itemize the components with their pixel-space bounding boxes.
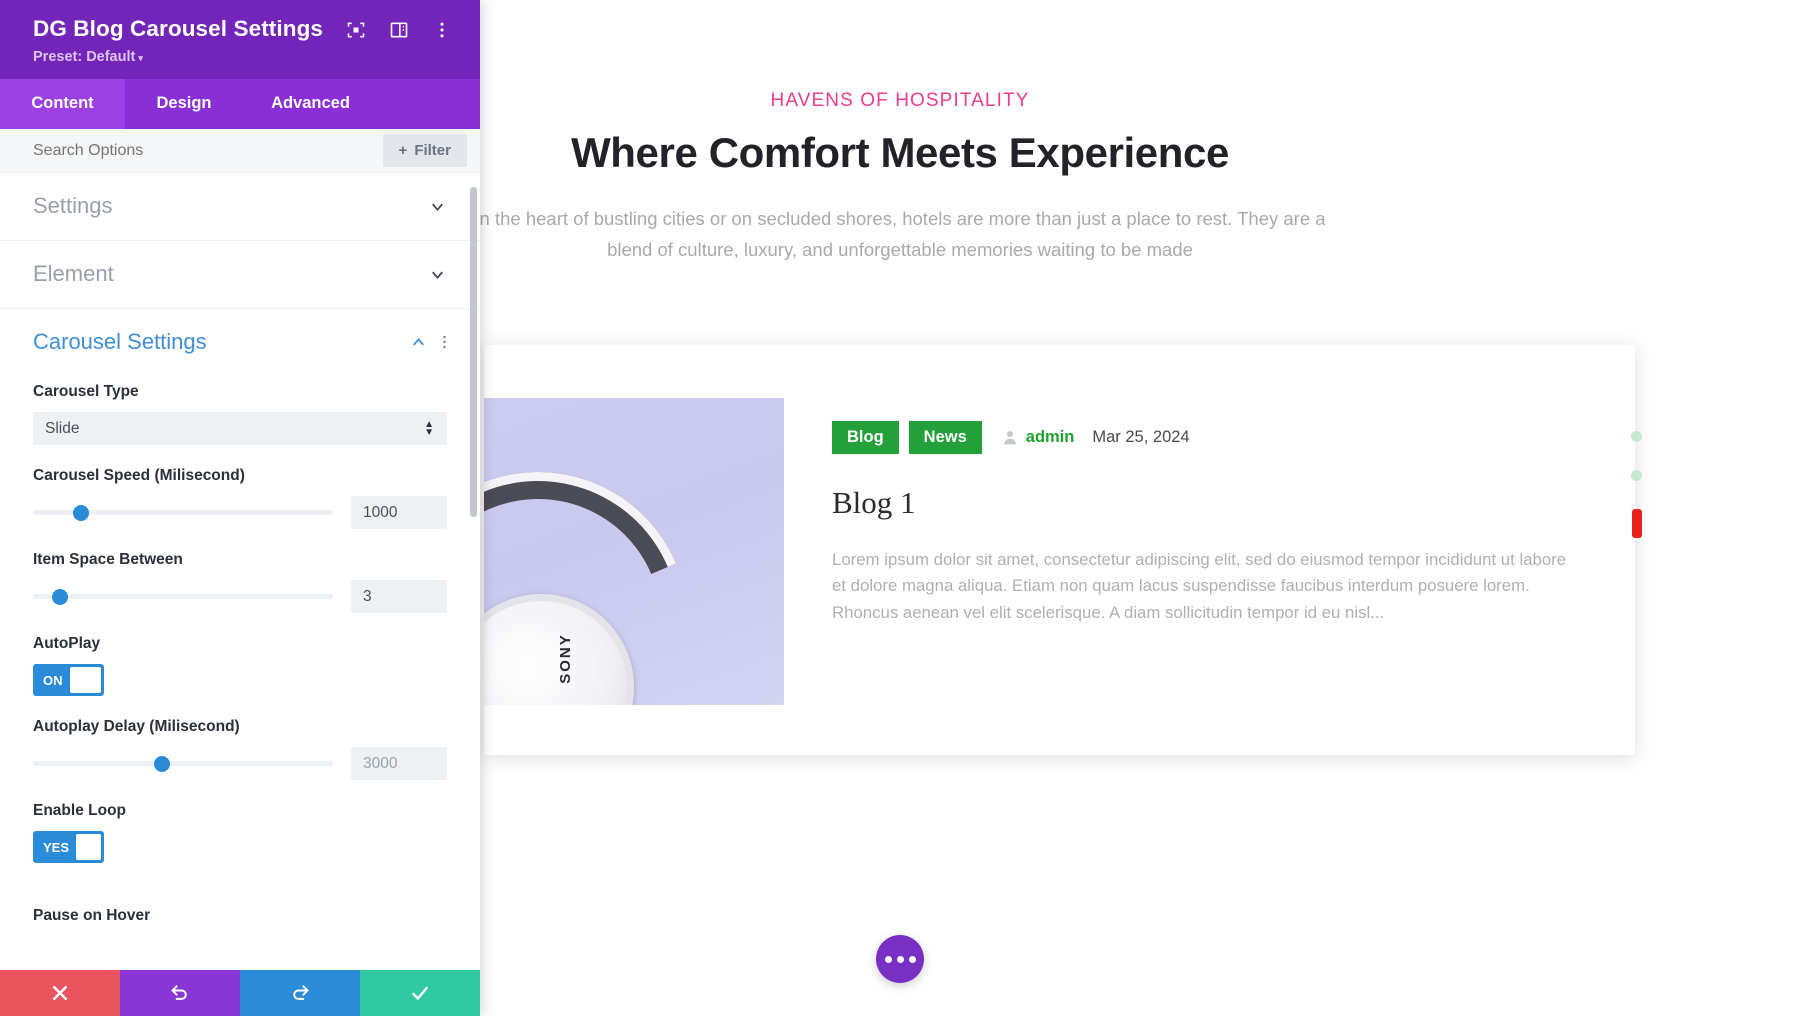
field-autoplay-delay: Autoplay Delay (Milisecond) xyxy=(33,718,447,780)
autoplay-delay-input[interactable] xyxy=(351,747,447,780)
category-chip-blog[interactable]: Blog xyxy=(832,421,899,454)
caret-down-icon: ▾ xyxy=(138,53,143,63)
redo-button[interactable] xyxy=(240,970,360,1016)
carousel-type-value: Slide xyxy=(45,419,80,437)
module-settings-panel: DG Blog Carousel Settings Preset: Defaul… xyxy=(0,0,480,1016)
blog-card-body: Blog News admin Mar 25, 2024 Blog 1 Lore… xyxy=(784,345,1635,755)
undo-arrow-icon xyxy=(171,985,187,1000)
accordion-carousel-settings[interactable]: Carousel Settings xyxy=(0,309,480,361)
three-dots-icon xyxy=(884,955,892,963)
field-carousel-speed: Carousel Speed (Milisecond) xyxy=(33,467,447,529)
vertical-dots-icon[interactable] xyxy=(432,20,452,40)
chevron-down-icon xyxy=(432,271,443,279)
pagination-dot-active[interactable] xyxy=(1631,509,1642,538)
accordion-element[interactable]: Element xyxy=(0,241,480,309)
search-input[interactable] xyxy=(33,141,383,160)
carousel-speed-input[interactable] xyxy=(351,496,447,529)
panel-action-bar xyxy=(0,970,480,1016)
enable-loop-toggle-knob xyxy=(76,834,101,860)
plus-icon: + xyxy=(398,142,408,159)
item-space-between-input[interactable] xyxy=(351,580,447,613)
panel-scroll-area: Settings Element Carousel Settings Carou… xyxy=(0,173,480,970)
select-updown-icon: ▲ ▼ xyxy=(424,418,434,438)
three-dots-icon xyxy=(908,955,916,963)
item-space-between-slider-knob[interactable] xyxy=(52,588,68,605)
filter-button-label: Filter xyxy=(414,142,451,159)
focus-target-icon[interactable] xyxy=(346,20,366,40)
blog-author[interactable]: admin xyxy=(1026,428,1075,447)
accordion-settings[interactable]: Settings xyxy=(0,173,480,241)
check-icon xyxy=(412,986,428,1001)
hero-subtitle: In the heart of bustling cities or on se… xyxy=(474,208,1326,260)
chevron-up-icon xyxy=(413,337,424,345)
panel-scrollbar-thumb[interactable] xyxy=(470,187,477,517)
carousel-settings-group: Carousel Type Slide ▲ ▼ Carousel Speed (M… xyxy=(0,383,480,883)
carousel-speed-label: Carousel Speed (Milisecond) xyxy=(33,467,245,484)
carousel-type-label: Carousel Type xyxy=(33,383,139,400)
blog-date: Mar 25, 2024 xyxy=(1092,427,1190,446)
blog-card[interactable]: SONY Blog News admin Mar 25, 2024 Blog 1 xyxy=(484,345,1642,755)
field-enable-loop: Enable Loop YES xyxy=(33,802,447,863)
redo-arrow-icon xyxy=(293,985,309,1000)
accordion-settings-label: Settings xyxy=(33,193,113,218)
enable-loop-toggle[interactable]: YES xyxy=(33,831,104,863)
autoplay-delay-slider[interactable] xyxy=(33,755,333,772)
floating-action-button[interactable] xyxy=(876,935,924,983)
autoplay-delay-label: Autoplay Delay (Milisecond) xyxy=(33,718,240,735)
autoplay-toggle[interactable]: ON xyxy=(33,664,104,696)
autoplay-toggle-state: ON xyxy=(43,672,63,688)
pause-on-hover-label: Pause on Hover xyxy=(33,907,151,924)
category-chip-news[interactable]: News xyxy=(908,421,982,454)
tab-content[interactable]: Content xyxy=(0,79,125,129)
panel-scrollbar[interactable] xyxy=(470,173,477,970)
sony-brand-label: SONY xyxy=(556,633,574,684)
panel-preset-label: Preset: Default xyxy=(33,49,136,65)
tab-design[interactable]: Design xyxy=(125,79,243,129)
carousel-speed-slider[interactable] xyxy=(33,504,333,521)
blog-post-title[interactable]: Blog 1 xyxy=(832,485,1595,521)
panel-preset-selector[interactable]: Preset: Default ▾ xyxy=(33,49,458,65)
carousel-pagination[interactable] xyxy=(1631,431,1642,538)
field-item-space-between: Item Space Between xyxy=(33,551,447,613)
sony-headphones-image: SONY xyxy=(484,398,784,705)
panel-header-icons xyxy=(346,20,452,40)
item-space-between-label: Item Space Between xyxy=(33,551,183,568)
autoplay-delay-slider-knob[interactable] xyxy=(154,755,170,772)
user-avatar-icon xyxy=(1003,431,1016,445)
vertical-dots-icon[interactable] xyxy=(442,332,447,352)
filter-button[interactable]: + Filter xyxy=(382,134,467,167)
three-dots-icon xyxy=(896,955,904,963)
field-autoplay: AutoPlay ON xyxy=(33,635,447,696)
item-space-between-slider[interactable] xyxy=(33,588,333,605)
layout-panel-icon[interactable] xyxy=(389,20,409,40)
pagination-dot-2[interactable] xyxy=(1631,470,1642,481)
enable-loop-label: Enable Loop xyxy=(33,802,126,819)
blog-post-excerpt: Lorem ipsum dolor sit amet, consectetur … xyxy=(832,549,1567,622)
blog-carousel: SONY Blog News admin Mar 25, 2024 Blog 1 xyxy=(484,345,1642,760)
cancel-button[interactable] xyxy=(0,970,120,1016)
accordion-element-label: Element xyxy=(33,261,114,286)
autoplay-label: AutoPlay xyxy=(33,635,101,652)
pagination-dot-1[interactable] xyxy=(1631,431,1642,442)
accordion-carousel-settings-label: Carousel Settings xyxy=(33,329,207,354)
panel-header: DG Blog Carousel Settings Preset: Defaul… xyxy=(0,0,480,79)
chevron-down-icon xyxy=(432,203,443,211)
blog-card-meta: Blog News admin Mar 25, 2024 xyxy=(832,421,1595,454)
undo-button[interactable] xyxy=(120,970,240,1016)
field-carousel-type: Carousel Type Slide ▲ ▼ xyxy=(33,383,447,445)
tab-advanced[interactable]: Advanced xyxy=(243,79,378,129)
close-x-icon xyxy=(52,985,68,1001)
carousel-type-select[interactable]: Slide ▲ ▼ xyxy=(33,412,447,445)
autoplay-toggle-knob xyxy=(69,667,101,693)
save-button[interactable] xyxy=(360,970,480,1016)
enable-loop-toggle-state: YES xyxy=(43,839,70,855)
panel-tabs: Content Design Advanced xyxy=(0,79,480,129)
panel-search-bar: + Filter xyxy=(0,129,480,173)
blog-card-image: SONY xyxy=(484,345,784,755)
carousel-speed-slider-knob[interactable] xyxy=(73,504,89,521)
